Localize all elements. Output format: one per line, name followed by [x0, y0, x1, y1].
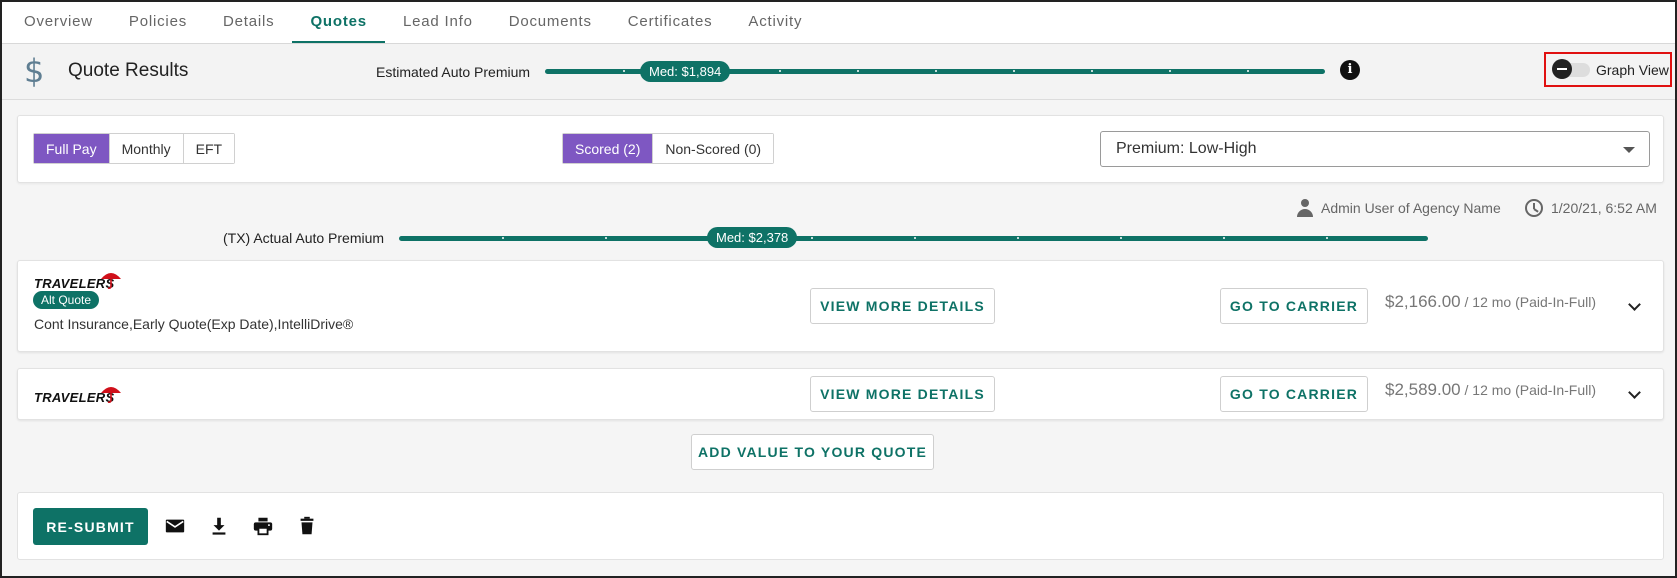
chevron-down-icon[interactable] [1628, 298, 1641, 311]
graph-view-label: Graph View [1596, 61, 1669, 78]
quote-card: TRAVELERS Alt Quote Cont Insurance,Early… [17, 260, 1664, 352]
toggle-knob[interactable] [1552, 58, 1572, 79]
pay-option-eft[interactable]: EFT [183, 134, 235, 163]
quote-results-header: $ Quote Results Estimated Auto Premium M… [2, 44, 1675, 100]
quote-card: TRAVELERS VIEW MORE DETAILS GO TO CARRIE… [17, 368, 1664, 420]
estimated-median-pill: Med: $1,894 [640, 61, 731, 82]
tab-bar: Overview Policies Details Quotes Lead In… [2, 2, 1675, 44]
tab-policies[interactable]: Policies [111, 2, 205, 43]
bar-tick [1326, 237, 1328, 239]
score-option-non-scored[interactable]: Non-Scored (0) [653, 134, 774, 163]
quote-price-amount: $2,589.00 [1385, 380, 1461, 399]
go-to-carrier-button[interactable]: GO TO CARRIER [1220, 288, 1368, 324]
submitted-at-time: 1/20/21, 6:52 AM [1551, 200, 1657, 216]
email-icon[interactable] [164, 515, 186, 537]
quote-price-amount: $2,166.00 [1385, 292, 1461, 311]
view-more-details-button[interactable]: VIEW MORE DETAILS [810, 288, 995, 324]
bar-tick [502, 237, 504, 239]
page-title: Quote Results [68, 60, 189, 81]
tab-overview[interactable]: Overview [6, 2, 111, 43]
tab-documents[interactable]: Documents [491, 2, 610, 43]
tab-quotes[interactable]: Quotes [292, 2, 385, 43]
bar-tick [605, 237, 607, 239]
umbrella-icon [101, 387, 121, 404]
add-value-button[interactable]: ADD VALUE TO YOUR QUOTE [691, 434, 934, 470]
view-more-details-button[interactable]: VIEW MORE DETAILS [810, 376, 995, 412]
tab-activity[interactable]: Activity [730, 2, 820, 43]
bar-tick [623, 70, 625, 72]
info-icon[interactable]: i [1340, 60, 1360, 80]
score-option-group: Scored (2) Non-Scored (0) [562, 133, 775, 164]
alt-quote-badge: Alt Quote [33, 291, 100, 309]
pay-option-full-pay[interactable]: Full Pay [34, 134, 110, 163]
tab-lead-info[interactable]: Lead Info [385, 2, 491, 43]
download-icon[interactable] [208, 515, 230, 537]
quote-price: $2,589.00 / 12 mo (Paid-In-Full) [1385, 380, 1596, 400]
actual-premium-label: (TX) Actual Auto Premium [223, 230, 385, 246]
chevron-down-icon [1623, 147, 1635, 153]
app-frame: Overview Policies Details Quotes Lead In… [0, 0, 1677, 578]
bar-tick [1120, 237, 1122, 239]
filter-card: Full Pay Monthly EFT Scored (2) Non-Scor… [17, 115, 1664, 183]
action-card: RE-SUBMIT [17, 492, 1664, 560]
delete-icon[interactable] [296, 515, 318, 537]
quote-price-term: / 12 mo (Paid-In-Full) [1464, 382, 1597, 398]
clock-icon [1525, 199, 1543, 217]
submitted-by-name: Admin User of Agency Name [1321, 200, 1501, 216]
chevron-down-icon[interactable] [1628, 386, 1641, 399]
sort-select-value: Premium: Low-High [1116, 140, 1257, 157]
sort-select[interactable]: Premium: Low-High [1100, 131, 1650, 167]
bar-tick [779, 70, 781, 72]
quote-price-term: / 12 mo (Paid-In-Full) [1464, 294, 1597, 310]
graph-view-toggle[interactable]: Graph View [1544, 52, 1672, 87]
bar-tick [1223, 237, 1225, 239]
submitted-at: 1/20/21, 6:52 AM [1525, 199, 1657, 217]
actual-median-pill: Med: $2,378 [707, 227, 798, 248]
quote-price: $2,166.00 / 12 mo (Paid-In-Full) [1385, 292, 1596, 312]
tab-certificates[interactable]: Certificates [610, 2, 731, 43]
bar-tick [1169, 70, 1171, 72]
person-icon [1297, 199, 1313, 217]
pay-option-group: Full Pay Monthly EFT [33, 133, 236, 164]
submitted-by: Admin User of Agency Name [1297, 199, 1501, 217]
bar-tick [1247, 70, 1249, 72]
bar-tick [1091, 70, 1093, 72]
bar-tick [1013, 70, 1015, 72]
bar-tick [935, 70, 937, 72]
tab-details[interactable]: Details [205, 2, 292, 43]
bar-tick [811, 237, 813, 239]
print-icon[interactable] [252, 515, 274, 537]
dollar-icon: $ [24, 52, 45, 90]
bar-tick [914, 237, 916, 239]
quote-description: Cont Insurance,Early Quote(Exp Date),Int… [34, 316, 354, 332]
bar-tick [1017, 237, 1019, 239]
toggle-track[interactable] [1552, 58, 1590, 79]
score-option-scored[interactable]: Scored (2) [563, 134, 654, 163]
estimated-premium-label: Estimated Auto Premium [376, 64, 531, 80]
resubmit-button[interactable]: RE-SUBMIT [33, 508, 148, 545]
pay-option-monthly[interactable]: Monthly [109, 134, 184, 163]
bar-tick [857, 70, 859, 72]
go-to-carrier-button[interactable]: GO TO CARRIER [1220, 376, 1368, 412]
umbrella-icon [101, 273, 121, 290]
actual-premium-bar [399, 236, 1428, 241]
